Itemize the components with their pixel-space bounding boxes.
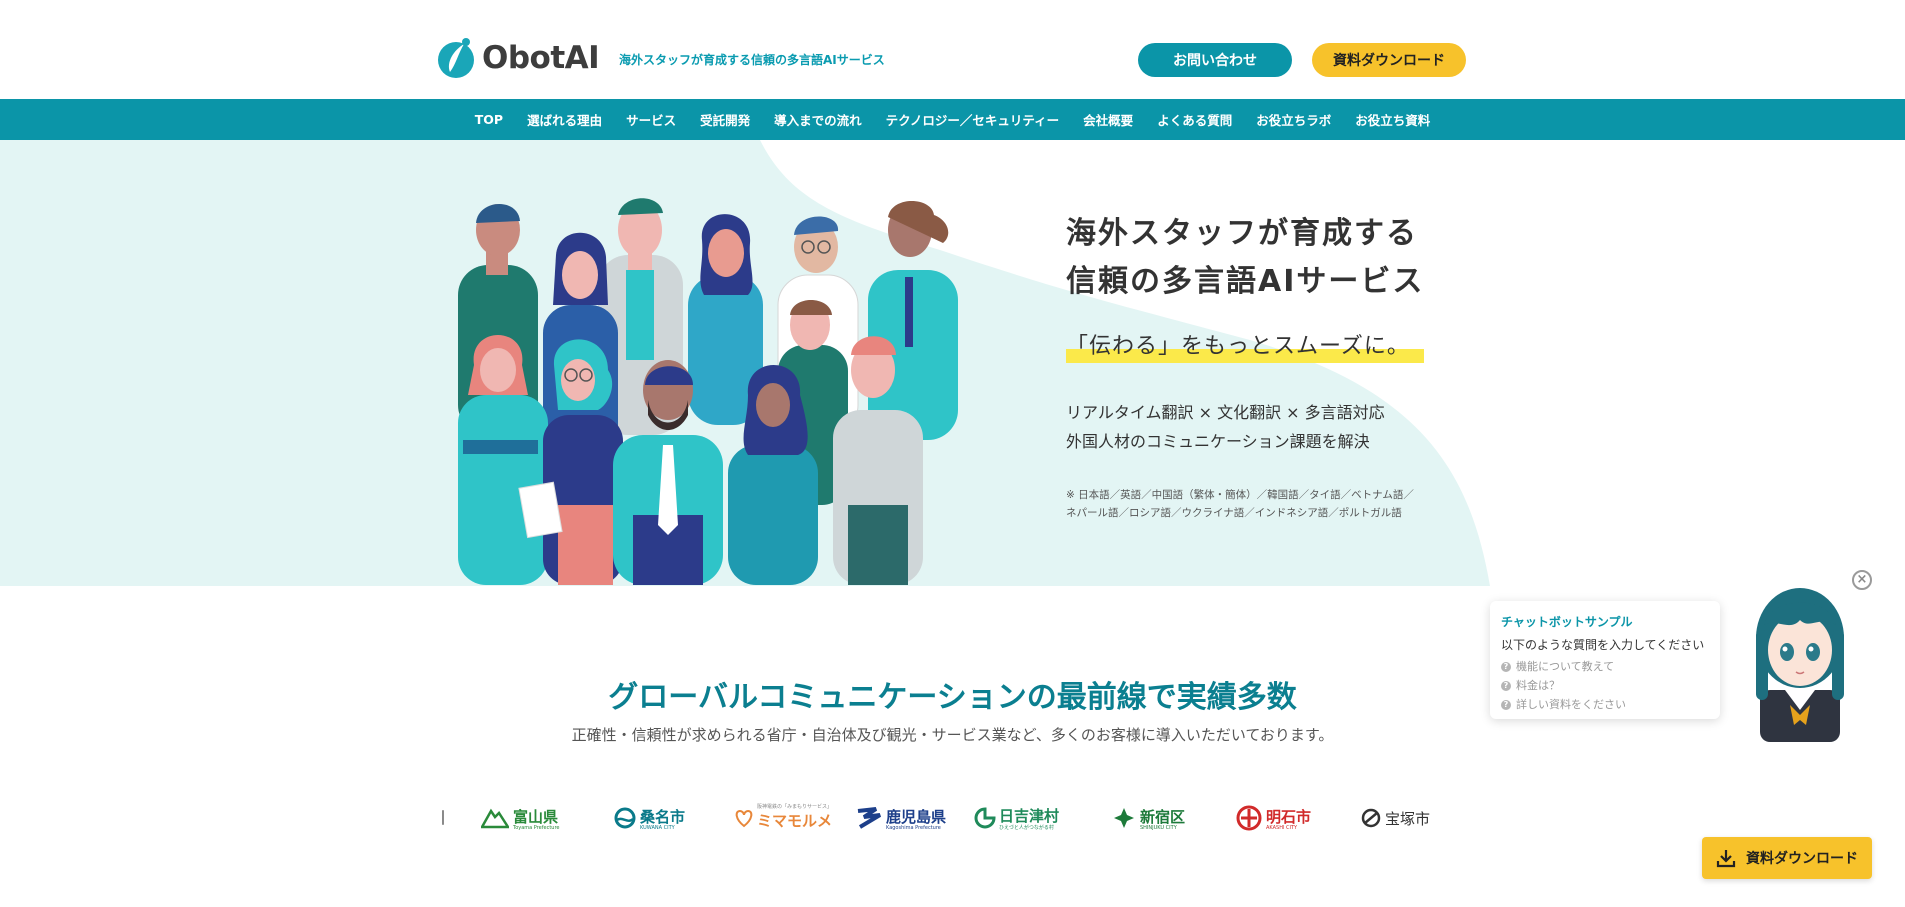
hero-catchphrase: 「伝わる」をもっとスムーズに。	[1066, 334, 1410, 359]
chatbot-lead: 以下のような質問を入力してください	[1501, 638, 1705, 652]
client-logo-shinjuku[interactable]: 新宿区 SHINJUKU CITY	[1112, 798, 1185, 838]
shinjuku-emblem-icon	[1114, 808, 1134, 828]
nav-item-top[interactable]: TOP	[475, 112, 503, 127]
client-logo-name: 鹿児島県	[886, 807, 947, 826]
logo-mark-icon	[438, 38, 474, 78]
client-logo-name: 宝塚市	[1385, 809, 1431, 828]
client-logo-name: 富山県	[513, 807, 559, 826]
client-logo-name: ミマモルメ	[757, 812, 833, 830]
page: ObotAI 海外スタッフが育成する信頼の多言語AIサービス お問い合わせ 資料…	[0, 0, 1905, 907]
global-nav: TOP 選ばれる理由 サービス 受託開発 導入までの流れ テクノロジー／セキュリ…	[0, 99, 1905, 140]
nav-item-flow[interactable]: 導入までの流れ	[774, 110, 862, 129]
header-tagline: 海外スタッフが育成する信頼の多言語AIサービス	[619, 53, 885, 67]
client-logo-hiezu[interactable]: 日吉津村 ひえづと人がつながる村	[974, 798, 1059, 838]
question-icon: ?	[1501, 661, 1511, 672]
logo-text: ObotAI	[482, 40, 600, 76]
hero-title-line1: 海外スタッフが育成する	[1066, 216, 1418, 251]
achievements-subtitle: 正確性・信頼性が求められる省庁・自治体及び観光・サービス業など、多くのお客様に導…	[571, 726, 1334, 744]
hero-description: リアルタイム翻訳 × 文化翻訳 × 多言語対応 外国人材のコミュニケーション課題…	[1066, 398, 1385, 456]
client-logo-sub: ひえづと人がつながる村	[999, 825, 1054, 831]
nav-item-reasons[interactable]: 選ばれる理由	[527, 110, 602, 129]
akashi-emblem-icon	[1236, 805, 1262, 831]
download-button[interactable]: 資料ダウンロード	[1312, 43, 1466, 77]
leaf-emblem-icon	[974, 807, 996, 829]
client-logo-takarazuka[interactable]: 宝塚市	[1361, 798, 1430, 838]
hero-title-line2: 信頼の多言語AIサービス	[1066, 264, 1425, 299]
client-logo-name: 明石市	[1266, 807, 1312, 826]
hero-language-note: ※ 日本語／英語／中国語（繁体・簡体）／韓国語／タイ語／ベトナム語／ネパール語／…	[1066, 489, 1414, 519]
chatbot-bubble[interactable]: チャットボットサンプル 以下のような質問を入力してください ? 機能について教えて…	[1490, 601, 1720, 719]
client-logo-kuwana[interactable]: 桑名市 KUWANA CITY	[614, 798, 685, 838]
client-logo-name: 新宿区	[1140, 807, 1186, 826]
nav-item-documents[interactable]: お役立ち資料	[1355, 110, 1430, 129]
client-logo-sub: Toyama Prefecture	[513, 824, 560, 831]
logo-partial-left: ｜	[436, 811, 450, 827]
nav-item-company[interactable]: 会社概要	[1083, 110, 1133, 129]
question-icon: ?	[1501, 699, 1511, 710]
client-logo-sub: Kagoshima Prefecture	[886, 824, 941, 831]
site-logo[interactable]: ObotAI	[436, 36, 600, 80]
chatbot-question-text: 料金は？	[1516, 679, 1560, 692]
takarazuka-emblem-icon	[1361, 808, 1381, 828]
people-illustration	[458, 198, 958, 585]
nav-item-faq[interactable]: よくある質問	[1157, 110, 1232, 129]
client-logo-sub: 阪神電鉄の「みまもりサービス」	[757, 804, 833, 810]
hero-title: 海外スタッフが育成する 信頼の多言語AIサービス	[1066, 210, 1424, 306]
client-logo-toyama[interactable]: 富山県 Toyama Prefecture	[481, 798, 560, 838]
question-icon: ?	[1501, 680, 1511, 691]
client-logo-kagoshima[interactable]: 鹿児島県 Kagoshima Prefecture	[856, 798, 946, 838]
chatbot-question[interactable]: ? 機能について教えて	[1501, 657, 1709, 676]
hero-desc-line1: リアルタイム翻訳 × 文化翻訳 × 多言語対応	[1066, 403, 1385, 422]
wave-emblem-icon	[614, 807, 636, 829]
chatbot-avatar[interactable]	[1740, 580, 1860, 742]
heart-icon	[735, 809, 753, 828]
nav-item-technology[interactable]: テクノロジー／セキュリティー	[886, 110, 1060, 129]
client-logo-strip: ｜ 富山県 Toyama Prefecture 桑名市 KUWANA CITY …	[436, 798, 1436, 838]
hero-section: 海外スタッフが育成する 信頼の多言語AIサービス 「伝わる」をもっとスムーズに。…	[0, 140, 1905, 586]
kagoshima-emblem-icon	[857, 807, 882, 829]
client-logo-mimamorume[interactable]: 阪神電鉄の「みまもりサービス」 ミマモルメ	[733, 798, 832, 838]
client-logo-name: 桑名市	[640, 807, 686, 826]
nav-item-lab[interactable]: お役立ちラボ	[1256, 110, 1331, 129]
chatbot-question-text: 詳しい資料をください	[1516, 698, 1626, 711]
download-icon	[1716, 850, 1736, 868]
client-logo-akashi[interactable]: 明石市 AKASHI CITY	[1236, 798, 1311, 838]
client-logo-name: 日吉津村	[999, 807, 1060, 825]
chatbot-question[interactable]: ? 料金は？	[1501, 676, 1709, 695]
contact-button[interactable]: お問い合わせ	[1138, 43, 1292, 77]
chatbot-question[interactable]: ? 詳しい資料をください	[1501, 695, 1709, 714]
floating-download-button[interactable]: 資料ダウンロード	[1702, 837, 1872, 879]
hero-desc-line2: 外国人材のコミュニケーション課題を解決	[1066, 432, 1370, 451]
nav-list: TOP 選ばれる理由 サービス 受託開発 導入までの流れ テクノロジー／セキュリ…	[0, 99, 1905, 140]
nav-item-service[interactable]: サービス	[626, 110, 676, 129]
chatbot-title: チャットボットサンプル	[1501, 615, 1633, 629]
chatbot-question-text: 機能について教えて	[1516, 660, 1615, 673]
nav-item-contract-dev[interactable]: 受託開発	[700, 110, 750, 129]
floating-download-label: 資料ダウンロード	[1746, 851, 1858, 867]
site-header: ObotAI 海外スタッフが育成する信頼の多言語AIサービス お問い合わせ 資料…	[0, 0, 1905, 99]
person-back-5	[868, 201, 958, 440]
mountain-icon	[481, 808, 509, 829]
